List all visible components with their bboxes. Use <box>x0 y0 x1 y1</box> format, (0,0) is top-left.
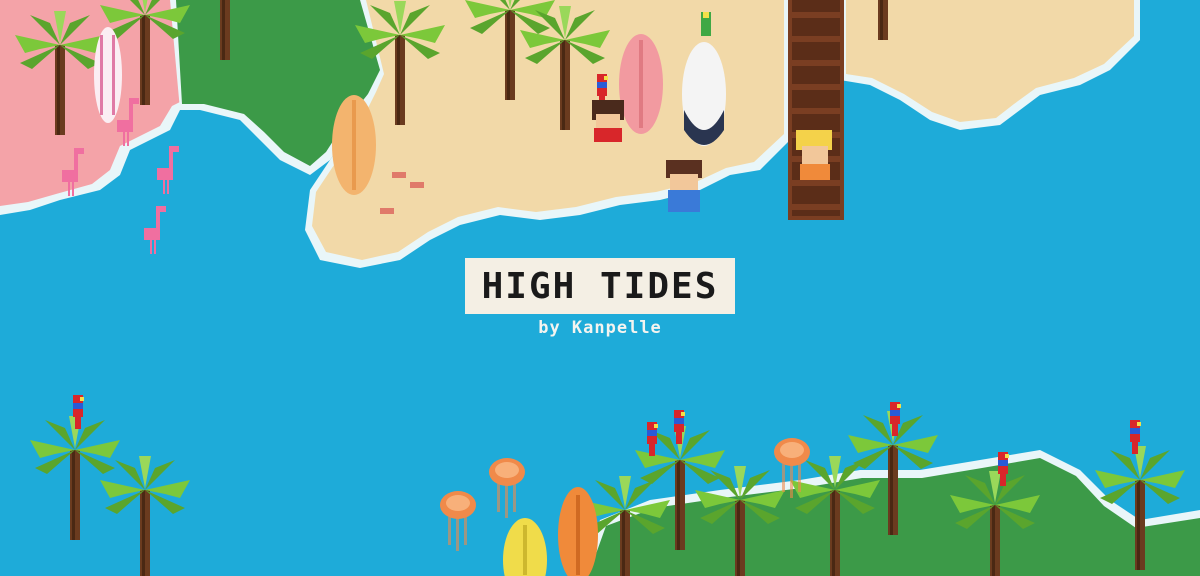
game-title: HIGH TIDES <box>481 265 719 307</box>
parrot-icon <box>701 12 711 36</box>
surfboard-icon <box>682 42 726 146</box>
character-icon <box>666 160 702 212</box>
dock <box>788 0 844 220</box>
surfboard-icon <box>619 34 663 134</box>
surfboard-icon <box>332 95 376 195</box>
character-icon <box>592 100 624 142</box>
game-scene: HIGH TIDES by Kanpelle <box>0 0 1200 576</box>
surfboard-icon <box>94 27 122 123</box>
author-byline: by Kanpelle <box>538 318 662 338</box>
title-banner: HIGH TIDES <box>465 258 735 314</box>
